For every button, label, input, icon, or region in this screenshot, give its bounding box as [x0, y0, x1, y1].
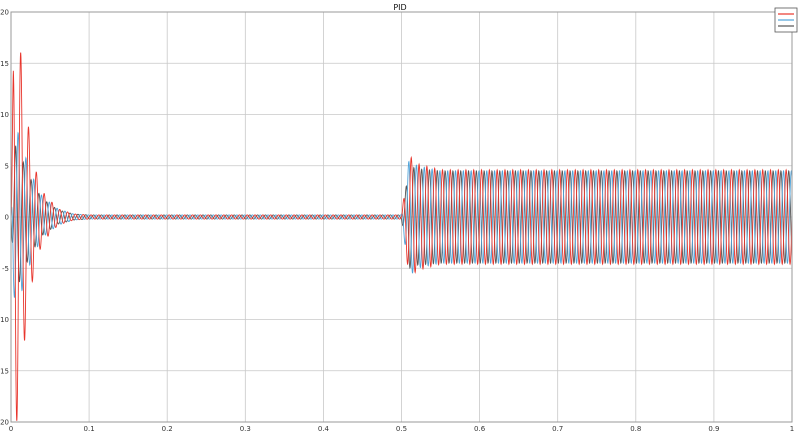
- y-tick-label: 5: [5, 162, 9, 170]
- chart-svg: PID 0 0.1 0.2 0.3 0.4 0.5 0.6 0.7 0.8 0.9 1 -20 -15 -…: [0, 3, 798, 433]
- y-tick-label: -5: [2, 265, 9, 273]
- y-tick-label: 15: [0, 60, 9, 68]
- y-tick-label: 0: [5, 214, 9, 222]
- legend[interactable]: [774, 7, 798, 33]
- y-tick-label: 10: [0, 111, 9, 119]
- x-tick-label: 0.6: [474, 425, 486, 433]
- x-tick-label: 0.4: [318, 425, 330, 433]
- x-tick-label: 0.7: [552, 425, 563, 433]
- x-tick-label: 0.8: [630, 425, 641, 433]
- x-tick-label: 0.3: [240, 425, 251, 433]
- x-tick-label: 0.1: [84, 425, 95, 433]
- chart-title: PID: [393, 3, 406, 12]
- chart-figure: PID 0 0.1 0.2 0.3 0.4 0.5 0.6 0.7 0.8 0.9 1 -20 -15 -…: [0, 0, 800, 440]
- x-tick-label: 0.9: [708, 425, 719, 433]
- y-tick-label: -10: [0, 316, 9, 324]
- y-tick-label: 20: [0, 9, 9, 17]
- x-tick-label: 0.5: [396, 425, 407, 433]
- x-tick-label: 0: [9, 425, 13, 433]
- y-tick-label: -20: [0, 419, 9, 427]
- y-tick-label: -15: [0, 367, 9, 375]
- x-tick-label: 0.2: [162, 425, 173, 433]
- x-tick-label: 1: [790, 425, 794, 433]
